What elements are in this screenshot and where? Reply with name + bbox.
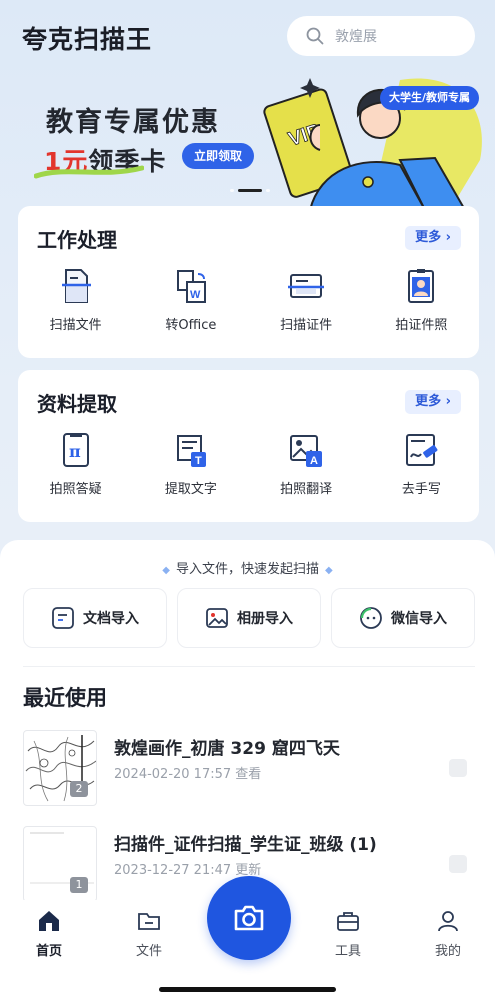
tool-scan-id[interactable]: 扫描证件 [249,266,364,333]
tool-label: 提取文字 [164,482,217,497]
tool-label: 拍照翻译 [280,482,333,497]
remove-handwriting-icon [406,434,438,466]
extract-card-title: 资料提取 [37,392,117,416]
import-hint: ◆ 导入文件，快速发起扫描 ◆ [162,562,333,577]
photo-translate-icon: A [290,435,323,467]
page-count-badge: 2 [70,781,88,797]
tool-label: 去手写 [401,482,441,497]
header: 夸克扫描王 敦煌展 [0,0,495,70]
tool-photo-answer[interactable]: π 拍照答疑 [18,430,133,497]
tool-label: 拍证件照 [395,318,448,333]
tool-label: 扫描文件 [49,318,102,333]
divider [23,666,475,667]
tab-tools[interactable]: 工具 [318,908,378,959]
tool-label: 扫描证件 [280,318,333,333]
app-title: 夸克扫描王 [22,25,153,54]
select-checkbox[interactable] [449,855,467,873]
tool-remove-handwriting[interactable]: 去手写 [364,430,479,497]
work-more-button[interactable]: 更多 › [405,226,461,250]
tab-files[interactable]: 文件 [119,908,179,959]
swoosh-decoration [34,165,144,179]
tool-word-convert[interactable]: W 转Office [133,266,248,333]
tab-profile[interactable]: 我的 [418,908,478,959]
work-card-title: 工作处理 [37,228,117,252]
wechat-import-button[interactable]: 微信导入 [331,588,475,648]
id-photo-icon [408,269,435,303]
search-placeholder: 敦煌展 [335,29,377,45]
tool-id-photo[interactable]: 拍证件照 [364,266,479,333]
file-meta: 2024-02-20 17:57 查看 [114,767,262,782]
scan-file-icon [61,269,91,303]
document-import-label: 文档导入 [83,611,139,627]
album-import-label: 相册导入 [237,611,293,627]
tool-label: 拍照答疑 [49,482,102,497]
tab-label: 文件 [135,944,162,959]
file-thumbnail: 1 [23,826,97,902]
file-name: 敦煌画作_初唐 329 窟四飞天 [114,739,340,759]
extract-card: 资料提取 更多 › π 拍照答疑 T 提取文字 A 拍照翻译 去手写 [18,370,479,522]
search-bar[interactable]: 敦煌展 [287,16,475,56]
document-import-button[interactable]: 文档导入 [23,588,167,648]
tool-extract-text[interactable]: T 提取文字 [133,430,248,497]
tab-home[interactable]: 首页 [19,908,79,959]
recent-title: 最近使用 [23,686,107,710]
search-icon [306,27,324,45]
carousel-indicator [230,189,270,192]
tool-scan-file[interactable]: 扫描文件 [18,266,133,333]
tool-label: 转Office [165,318,217,333]
banner-badge: 大学生/教师专属 [380,86,480,110]
page-count-badge: 1 [70,877,88,893]
svg-text:π: π [69,442,81,461]
profile-icon [438,911,458,932]
svg-text:T: T [195,455,202,467]
wechat-import-label: 微信导入 [391,611,447,627]
home-icon [39,911,59,931]
camera-scan-button[interactable] [207,876,291,960]
svg-text:A: A [310,455,318,467]
toolbox-icon [337,912,359,931]
file-name: 扫描件_证件扫描_学生证_班级 (1) [114,835,377,855]
wechat-import-icon [360,607,382,629]
album-import-icon [206,608,228,628]
document-import-icon [52,607,74,629]
file-meta: 2023-12-27 21:47 更新 [114,863,262,878]
camera-icon [234,905,264,931]
banner-headline: 教育专属优惠 [46,107,220,138]
tab-label: 工具 [334,944,361,959]
tool-photo-translate[interactable]: A 拍照翻译 [249,430,364,497]
album-import-button[interactable]: 相册导入 [177,588,321,648]
extract-text-icon: T [176,435,206,467]
file-thumbnail: 2 [23,730,97,806]
pi-answer-icon: π [62,433,89,467]
recent-file-row[interactable]: 2 敦煌画作_初唐 329 窟四飞天 2024-02-20 17:57 查看 [23,730,475,810]
claim-button[interactable]: 立即领取 [182,143,255,169]
select-checkbox[interactable] [449,759,467,777]
word-convert-icon: W [176,270,206,303]
tab-label: 首页 [35,944,62,959]
extract-more-button[interactable]: 更多 › [405,390,461,414]
work-card: 工作处理 更多 › 扫描文件 W 转Office 扫描证件 拍证件照 [18,206,479,358]
promo-banner[interactable]: 教育专属优惠 1元领季卡 立即领取 VIP 大学生/教师专属 [0,70,495,210]
svg-text:W: W [190,289,201,301]
folder-icon [138,913,160,930]
id-card-icon [288,274,325,298]
tab-label: 我的 [434,944,461,959]
home-indicator [159,987,336,992]
